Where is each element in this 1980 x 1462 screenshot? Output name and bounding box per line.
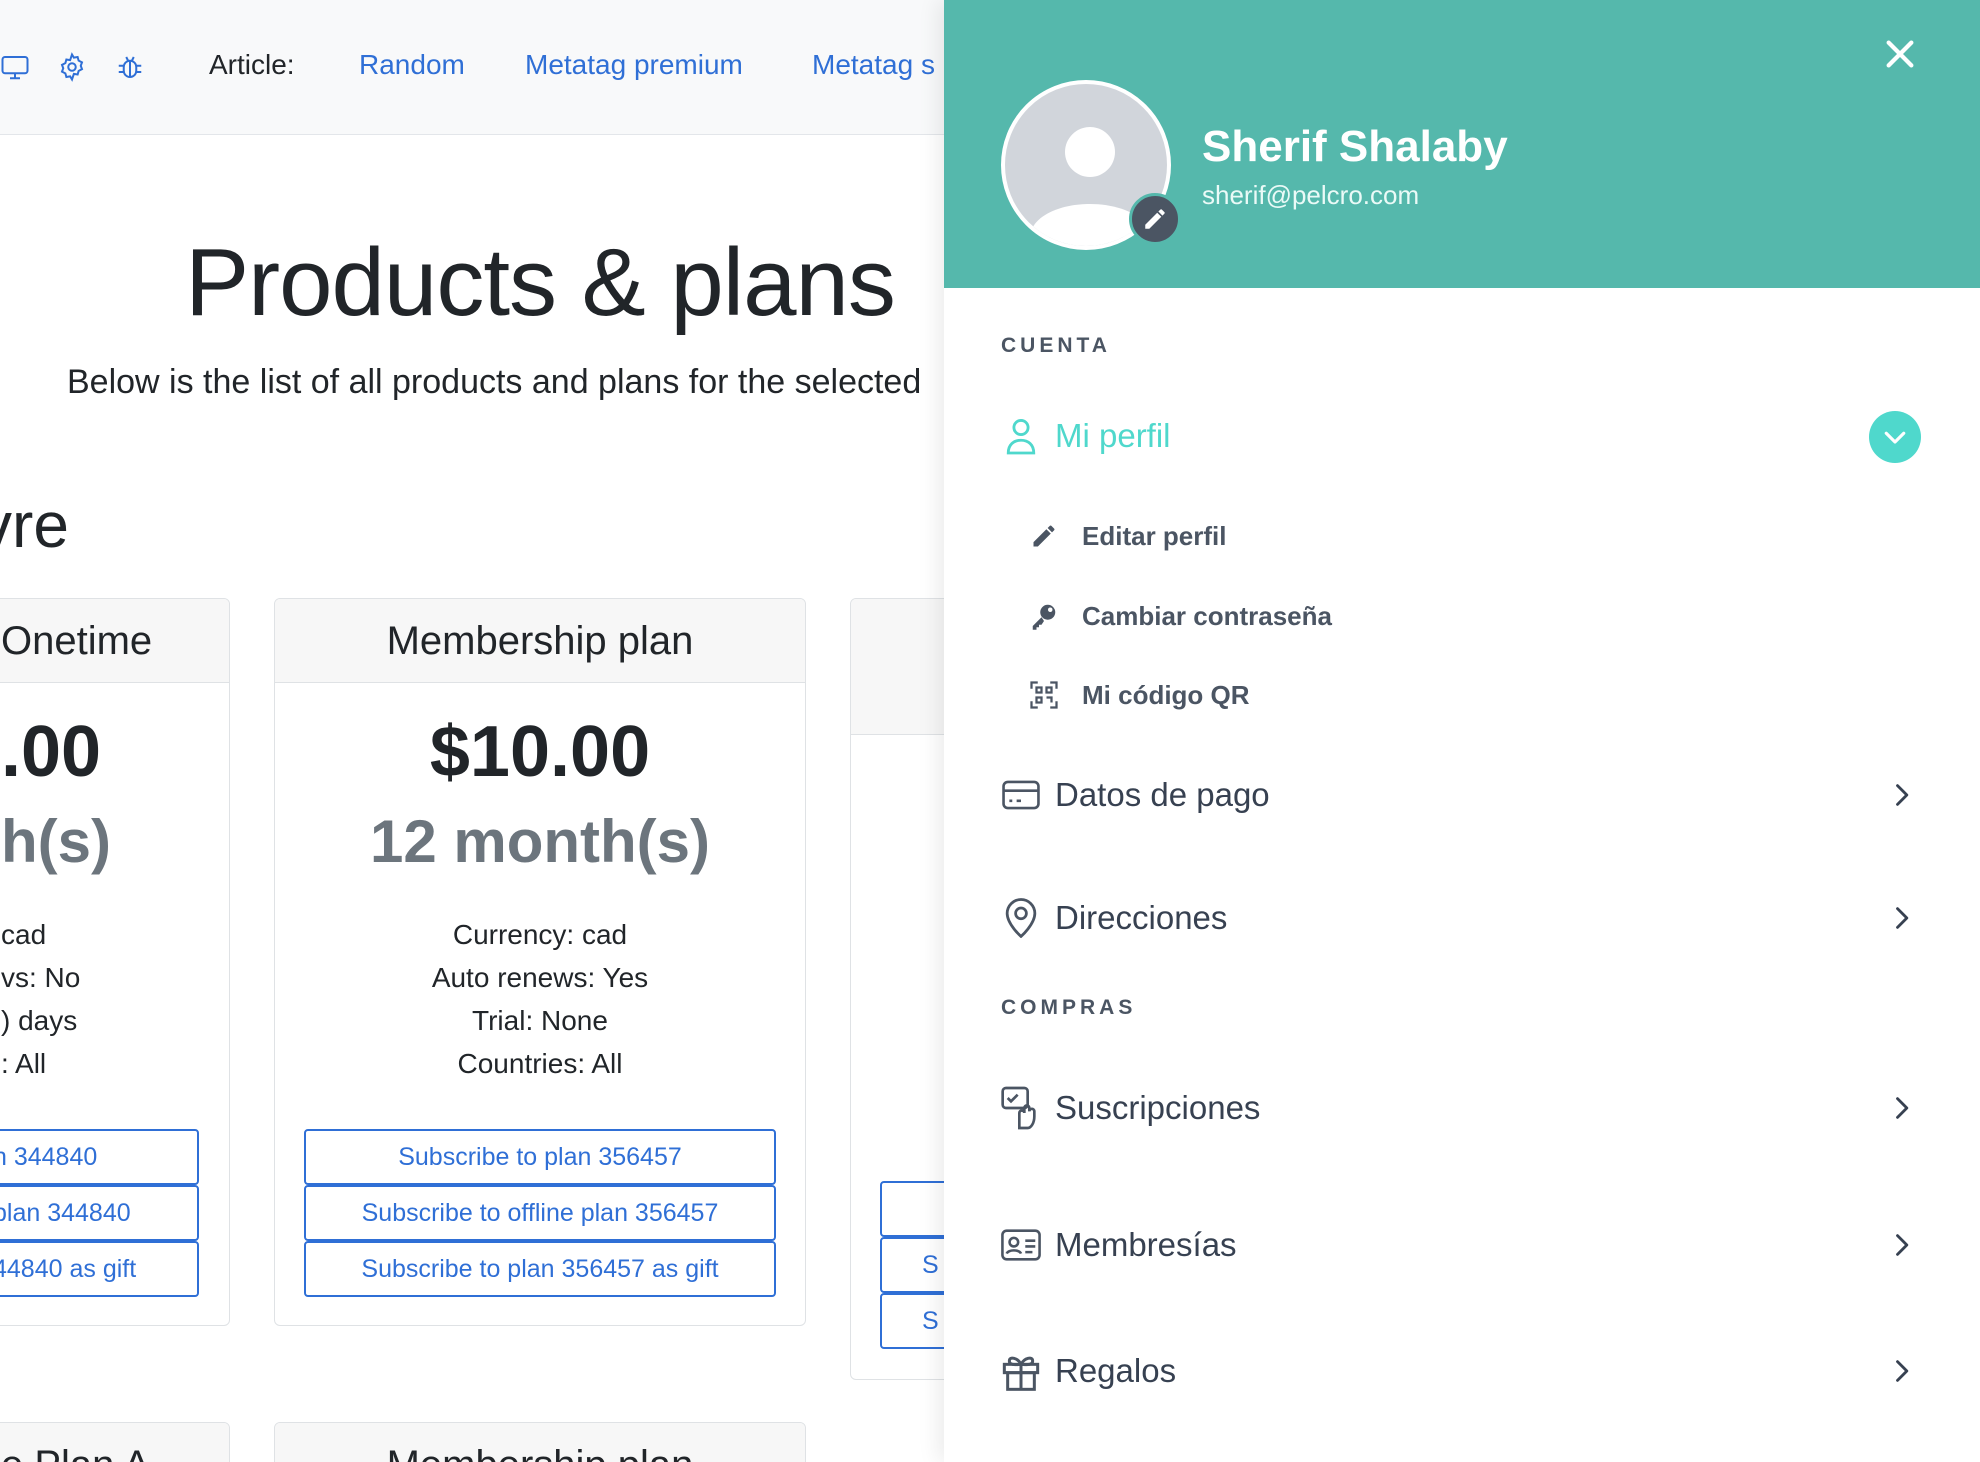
id-card-icon [1001,1225,1041,1265]
plan-card: Onetime .00 h(s) cad vs: No ) days : All… [0,598,230,1326]
chevron-right-icon[interactable] [1881,898,1921,938]
menu-item-datos-de-pago[interactable]: Datos de pago [1001,765,1921,825]
subscribe-gift-button[interactable]: Subscribe to plan 356457 as gift [304,1241,776,1297]
submenu-item-mi-codigo-qr[interactable]: Mi código QR [1026,673,1250,717]
nav-link-metatag-s[interactable]: Metatag s [812,49,935,81]
gear-icon[interactable] [57,52,87,82]
plan-countries: : All [1,1048,47,1079]
menu-item-membresias[interactable]: Membresías [1001,1215,1921,1275]
menu-item-label: Suscripciones [1055,1089,1261,1126]
chevron-right-icon[interactable] [1881,1225,1921,1265]
submenu-item-cambiar-contrasena[interactable]: Cambiar contraseña [1026,594,1332,638]
plan-card-header: Membership plan [275,599,805,683]
gift-icon [1001,1351,1041,1391]
article-label: Article: [209,49,295,80]
plan-countries: Countries: All [457,1048,623,1079]
submenu-item-label: Mi código QR [1082,679,1250,710]
menu-item-label: Datos de pago [1055,776,1270,813]
subscribe-offline-button[interactable]: Subscribe to offline plan 356457 [304,1185,776,1241]
location-pin-icon [1001,898,1041,938]
subscribe-offline-button[interactable]: plan 344840 [0,1185,199,1241]
monitor-icon[interactable] [0,52,30,82]
pencil-icon [1145,209,1165,229]
menu-item-mi-perfil[interactable]: Mi perfil [1001,406,1921,466]
page-subtitle: Below is the list of all products and pl… [67,363,922,401]
menu-item-direcciones[interactable]: Direcciones [1001,888,1921,948]
drawer-header: Sherif Shalaby sherif@pelcro.com [944,0,1980,288]
plan-auto-renews: Auto renews: Yes [431,962,649,993]
app-root: Article: Random Metatag premium Metatag … [0,0,1980,1462]
plan-card-header: e Plan A [0,1423,229,1462]
plan-meta: cad vs: No ) days : All [1,913,80,1085]
chevron-right-icon[interactable] [1881,1088,1921,1128]
chevron-right-icon[interactable] [1881,1351,1921,1391]
top-navbar: Article: Random Metatag premium Metatag … [0,0,944,135]
user-menu-drawer: Sherif Shalaby sherif@pelcro.com CUENTA … [944,0,1980,1462]
subscriptions-icon [1001,1086,1041,1130]
nav-link-random[interactable]: Random [359,49,465,81]
edit-avatar-button[interactable] [1129,193,1181,245]
menu-item-label: Membresías [1055,1226,1237,1263]
user-name: Sherif Shalaby [1202,122,1508,171]
submenu-item-label: Cambiar contraseña [1082,600,1332,631]
plan-trial: Trial: None [472,1005,608,1036]
key-icon [1026,598,1062,634]
pencil-icon [1026,518,1062,554]
user-email: sherif@pelcro.com [1202,180,1420,210]
plan-duration: h(s) [1,808,111,875]
submenu-item-label: Editar perfil [1082,520,1227,551]
product-section-title: vre [0,489,69,561]
plan-price: .00 [1,712,102,792]
plan-trial: ) days [1,1005,78,1036]
subscribe-button[interactable]: n 344840 [0,1129,199,1185]
credit-card-icon [1001,775,1041,815]
section-label-compras: COMPRAS [1001,996,1137,1019]
menu-item-label: Regalos [1055,1352,1177,1389]
menu-item-regalos[interactable]: Regalos [1001,1341,1921,1401]
menu-item-label: Mi perfil [1055,417,1171,454]
plan-duration: 12 month(s) [369,808,711,875]
menu-item-label: Direcciones [1055,899,1228,936]
close-icon[interactable] [1878,32,1922,76]
bug-icon[interactable] [115,52,145,82]
plan-auto-renews: vs: No [1,962,81,993]
page-title: Products & plans [185,229,896,336]
subscribe-gift-button[interactable]: 44840 as gift [0,1241,199,1297]
chevron-right-icon[interactable] [1881,775,1921,815]
plan-card: Membership plan [274,1422,806,1462]
user-icon [1001,416,1041,456]
plan-currency: Currency: cad [452,919,628,950]
plan-card-header: Membership plan [275,1423,805,1462]
plan-card: Membership plan $10.00 12 month(s) Curre… [274,598,806,1326]
nav-link-metatag-premium[interactable]: Metatag premium [525,49,743,81]
section-label-cuenta: CUENTA [1001,334,1111,357]
menu-item-suscripciones[interactable]: Suscripciones [1001,1078,1921,1138]
qr-code-icon [1026,677,1062,713]
subscribe-button[interactable]: Subscribe to plan 356457 [304,1129,776,1185]
chevron-down-icon[interactable] [1869,411,1921,463]
plan-card-header: Onetime [0,599,229,683]
plan-meta: Currency: cad Auto renews: Yes Trial: No… [275,913,805,1085]
plan-price: $10.00 [429,712,651,792]
plan-currency: cad [1,919,47,950]
submenu-item-editar-perfil[interactable]: Editar perfil [1026,514,1226,558]
plan-card: e Plan A [0,1422,230,1462]
